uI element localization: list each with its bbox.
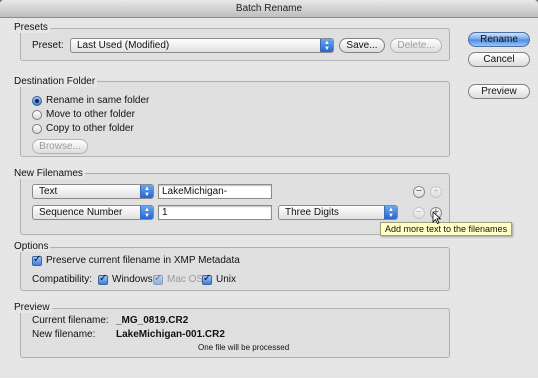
delete-preset-button[interactable]: Delete...	[390, 38, 442, 53]
preserve-filename-checkbox[interactable]	[32, 254, 42, 266]
radio-rename-same-folder-label: Rename in same folder	[46, 95, 150, 106]
preview-button[interactable]: Preview	[468, 84, 530, 99]
current-filename-value: _MG_0819.CR2	[116, 315, 189, 326]
current-filename-label: Current filename:	[32, 315, 109, 326]
dialog-content: Presets Preset: Last Used (Modified) ▲ ▼ …	[0, 19, 538, 378]
radio-copy-other-folder[interactable]	[32, 124, 42, 134]
macos-label: Mac OS	[167, 274, 204, 285]
preserve-filename-label: Preserve current filename in XMP Metadat…	[46, 255, 240, 266]
presets-group-title: Presets	[12, 22, 50, 33]
sequence-start-field[interactable]: 1	[158, 205, 272, 220]
files-processed-note: One file will be processed	[198, 343, 290, 352]
select-arrows-icon: ▲ ▼	[320, 39, 333, 52]
add-text-tooltip: Add more text to the filenames	[380, 222, 513, 236]
rename-button[interactable]: Rename	[468, 32, 530, 47]
preset-select[interactable]: Last Used (Modified) ▲ ▼	[70, 38, 334, 53]
window-title: Batch Rename	[0, 0, 538, 18]
filename-part-type-value-1: Text	[39, 186, 58, 197]
new-filenames-group-title: New Filenames	[12, 168, 85, 179]
radio-copy-other-folder-label: Copy to other folder	[46, 123, 134, 134]
add-part-button-1[interactable]: +	[430, 186, 442, 198]
unix-label: Unix	[216, 274, 237, 285]
select-arrows-icon: ▲ ▼	[384, 206, 397, 219]
minus-icon: −	[415, 185, 423, 197]
minus-icon: −	[415, 206, 423, 218]
plus-icon: +	[432, 185, 440, 197]
batch-rename-dialog: Batch Rename Presets Preset: Last Used (…	[0, 0, 538, 378]
radio-move-other-folder-label: Move to other folder	[46, 109, 135, 120]
compatibility-label: Compatibility:	[32, 274, 93, 285]
save-preset-button[interactable]: Save...	[339, 38, 385, 53]
windows-checkbox[interactable]	[98, 273, 108, 285]
filename-part-type-select-1[interactable]: Text ▲ ▼	[32, 184, 154, 199]
select-arrows-icon: ▲ ▼	[140, 185, 153, 198]
remove-part-button-1[interactable]: −	[413, 186, 425, 198]
sequence-format-value: Three Digits	[285, 207, 339, 218]
remove-part-button-2[interactable]: −	[413, 207, 425, 219]
browse-button[interactable]: Browse...	[32, 139, 88, 154]
sequence-format-select[interactable]: Three Digits ▲ ▼	[278, 205, 398, 220]
filename-text-field[interactable]: LakeMichigan-	[158, 184, 272, 199]
select-arrows-icon: ▲ ▼	[140, 206, 153, 219]
preview-group-title: Preview	[12, 302, 52, 313]
options-group-title: Options	[12, 241, 51, 252]
radio-rename-same-folder[interactable]	[32, 96, 42, 106]
preset-select-value: Last Used (Modified)	[77, 40, 170, 51]
preset-label: Preset:	[32, 40, 64, 51]
radio-move-other-folder[interactable]	[32, 110, 42, 120]
mouse-pointer-icon	[432, 212, 442, 224]
cancel-button[interactable]: Cancel	[468, 52, 530, 67]
filename-part-type-select-2[interactable]: Sequence Number ▲ ▼	[32, 205, 154, 220]
filename-part-type-value-2: Sequence Number	[39, 207, 123, 218]
new-filename-value: LakeMichigan-001.CR2	[116, 329, 225, 340]
windows-label: Windows	[112, 274, 153, 285]
new-filename-label: New filename:	[32, 329, 96, 340]
unix-checkbox[interactable]	[202, 273, 212, 285]
macos-checkbox[interactable]	[153, 273, 163, 285]
destination-group-title: Destination Folder	[12, 76, 98, 87]
